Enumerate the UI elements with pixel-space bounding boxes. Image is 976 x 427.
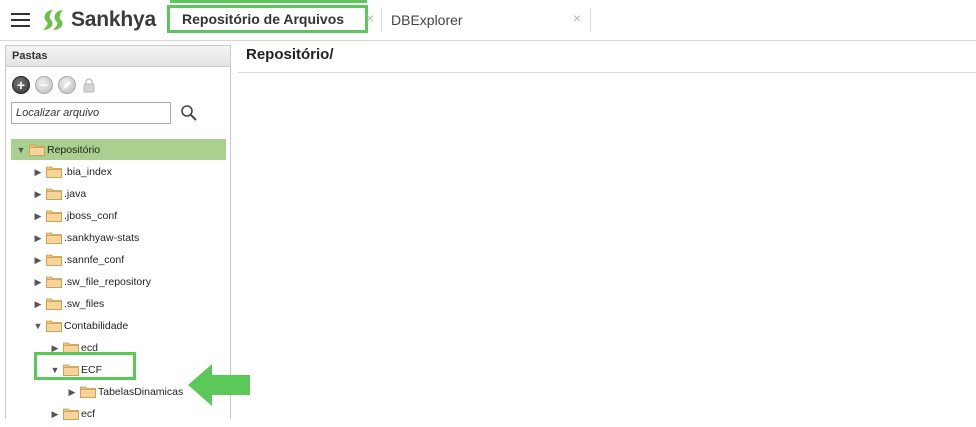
pointer-arrow-icon [188,364,250,406]
tab-divider [590,8,591,32]
folder-icon [46,275,62,288]
tab-label: DBExplorer [391,12,463,28]
divider [238,72,976,73]
folder-icon [80,385,96,398]
tab-label: Repositório de Arquivos [182,11,345,27]
collapse-arrow-icon[interactable]: ▼ [16,140,26,160]
panel-title: Pastas [6,46,230,67]
expand-arrow-icon[interactable]: ▶ [33,272,43,292]
tab-dbexplorer[interactable]: DBExplorer [391,8,463,32]
highlight-box [34,352,136,380]
sankhya-logo: Sankhya [41,7,156,33]
expand-arrow-icon[interactable]: ▶ [50,404,60,424]
tree-node-label: .sannfe_conf [64,254,125,266]
remove-folder-button[interactable]: − [35,76,53,94]
folder-icon [46,187,62,200]
search-file-input[interactable] [11,102,171,124]
tree-node-label: TabelasDinamicas [98,386,184,398]
folder-icon [46,297,62,310]
page-title: Repositório/ [246,46,334,63]
edit-folder-button[interactable] [58,76,76,94]
expand-arrow-icon[interactable]: ▶ [33,294,43,314]
pencil-icon [63,81,71,89]
folder-icon [46,319,62,332]
close-tab-icon[interactable]: × [366,10,374,26]
tree-node-label: .sw_file_repository [64,276,151,288]
expand-arrow-icon[interactable]: ▶ [33,184,43,204]
active-tab-indicator [170,0,367,3]
tree-node-label: .jboss_conf [64,210,118,222]
folder-icon [63,407,79,420]
tab-repositorio-arquivos[interactable]: Repositório de Arquivos [167,5,368,33]
folder-icon [46,209,62,222]
folder-icon [46,165,62,178]
search-icon[interactable] [180,104,198,122]
lock-icon[interactable] [81,77,97,93]
menu-icon[interactable] [11,12,30,27]
expand-arrow-icon[interactable]: ▶ [33,250,43,270]
brand-name: Sankhya [71,8,156,31]
tree-node-label: .bia_index [64,166,112,178]
expand-arrow-icon[interactable]: ▶ [33,206,43,226]
folder-icon [46,231,62,244]
tree-node-label: Contabilidade [64,320,129,332]
close-tab-icon[interactable]: × [573,10,581,26]
tree-node-label: .java [64,188,87,200]
collapse-arrow-icon[interactable]: ▼ [33,316,43,336]
tree-node-label: .sw_files [64,298,105,310]
expand-arrow-icon[interactable]: ▶ [67,382,77,402]
expand-arrow-icon[interactable]: ▶ [33,162,43,182]
tree-node-label: ecf [81,408,96,420]
tab-divider [381,8,382,32]
add-folder-button[interactable]: + [12,76,30,94]
top-bar: Sankhya Repositório de Arquivos × DBExpl… [0,0,976,41]
folder-icon [29,143,45,156]
folder-icon [46,253,62,266]
tree-node-label: Repositório [47,144,101,156]
expand-arrow-icon[interactable]: ▶ [33,228,43,248]
tree-node-label: .sankhyaw-stats [64,232,140,244]
logo-icon [43,10,63,30]
